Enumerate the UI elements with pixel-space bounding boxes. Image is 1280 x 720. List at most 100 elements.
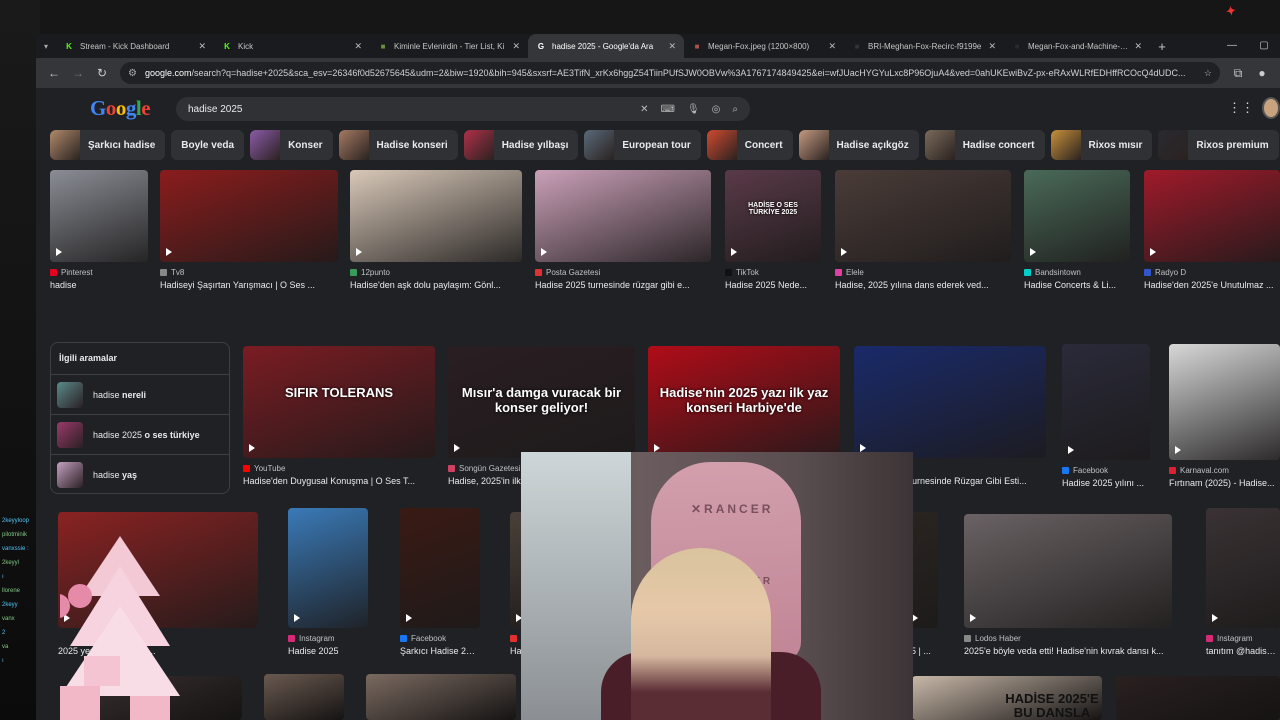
account-avatar[interactable] bbox=[1262, 97, 1280, 119]
result-image[interactable] bbox=[1206, 508, 1280, 628]
back-icon[interactable]: ← bbox=[42, 61, 66, 85]
apps-grid-icon[interactable]: ⋮⋮ bbox=[1228, 100, 1254, 116]
tab-2[interactable]: K Kick ✕ bbox=[214, 34, 370, 58]
address-bar[interactable]: ⚙ google.com/search?q=hadise+2025&sca_es… bbox=[120, 62, 1220, 84]
result-caption[interactable]: Hadise Concerts & Li... bbox=[1024, 280, 1130, 290]
related-item[interactable]: hadise nereli bbox=[51, 375, 229, 415]
result-source: Lodos Haber bbox=[964, 634, 1172, 643]
result-image[interactable] bbox=[1169, 344, 1280, 460]
result-image[interactable] bbox=[964, 514, 1172, 628]
result-caption[interactable]: Hadise 2025 Nede... bbox=[725, 280, 821, 290]
result-caption[interactable]: Fırtınam (2025) - Hadise... bbox=[1169, 478, 1280, 488]
result-image[interactable]: Hadise'nin 2025 yazı ilk yaz konseri Har… bbox=[648, 346, 840, 458]
tab-4[interactable]: Ghadise 2025 - Google'da Ara ✕ bbox=[528, 34, 684, 58]
result-caption[interactable]: Hadise 2025 bbox=[288, 646, 368, 656]
result-image[interactable] bbox=[366, 674, 516, 720]
bookmark-star-icon[interactable]: ☆ bbox=[1204, 68, 1212, 79]
result-caption[interactable]: Hadise'den aşk dolu paylaşım: Gönl... bbox=[350, 280, 522, 290]
tab-1[interactable]: K Stream - Kick Dashboard ✕ bbox=[56, 34, 214, 58]
chip-9[interactable]: Hadise concert bbox=[924, 130, 1045, 160]
source-name: Songün Gazetesi bbox=[459, 464, 521, 473]
play-icon bbox=[454, 444, 460, 452]
result-caption[interactable]: Hadise 2025 yılını ... bbox=[1062, 478, 1150, 488]
search-box[interactable]: hadise 2025 ✕ ⌨ 🎙︎ ◎ ⌕ bbox=[176, 97, 750, 121]
chip-thumbnail bbox=[463, 130, 494, 160]
related-item[interactable]: hadise yaş bbox=[51, 455, 229, 495]
chip-8[interactable]: Hadise açıkgöz bbox=[798, 130, 919, 160]
site-info-icon[interactable]: ⚙ bbox=[128, 68, 137, 79]
filter-chips: Şarkıcı hadise Boyle veda Konser Hadise kon… bbox=[50, 130, 1280, 160]
tab-5[interactable]: ■ Megan-Fox.jpeg (1200×800) ✕ bbox=[684, 34, 844, 58]
chip-3[interactable]: Konser bbox=[250, 130, 333, 160]
related-item[interactable]: hadise 2025 o ses türkiye bbox=[51, 415, 229, 455]
result-image[interactable] bbox=[835, 170, 1011, 262]
new-tab-button[interactable]: + bbox=[1150, 34, 1174, 58]
chip-2[interactable]: Boyle veda bbox=[171, 130, 245, 160]
result-caption[interactable]: Hadise'den Duygusal Konuşma | O Ses T... bbox=[243, 476, 435, 486]
chip-1[interactable]: Şarkıcı hadise bbox=[50, 130, 166, 160]
tab-title: hadise 2025 - Google'da Ara bbox=[552, 41, 654, 51]
reload-icon[interactable]: ↻ bbox=[90, 61, 114, 85]
result-caption[interactable]: hadise bbox=[50, 280, 148, 290]
result-caption[interactable]: Hadise, 2025 yılına dans ederek ved... bbox=[835, 280, 1011, 290]
result-image[interactable] bbox=[1144, 170, 1280, 262]
result-source: Pinterest bbox=[50, 268, 148, 277]
result-image[interactable]: Mısır'a damga vuracak bir konser geliyor… bbox=[448, 346, 635, 458]
result-image[interactable] bbox=[288, 508, 368, 628]
lens-icon[interactable]: ◎ bbox=[712, 104, 721, 115]
result-image[interactable]: SIFIR TOLERANS bbox=[243, 346, 435, 458]
chip-4[interactable]: Hadise konseri bbox=[338, 130, 458, 160]
result-image[interactable] bbox=[400, 508, 480, 628]
tab-close-icon[interactable]: ✕ bbox=[354, 41, 362, 52]
tab-close-icon[interactable]: ✕ bbox=[512, 41, 520, 52]
mic-icon[interactable]: 🎙︎ bbox=[687, 104, 700, 115]
result-image[interactable] bbox=[1062, 344, 1150, 460]
play-icon bbox=[731, 248, 737, 256]
result-image[interactable] bbox=[160, 170, 338, 262]
chat-line: ı bbox=[2, 574, 4, 580]
tab-6[interactable]: ■ BRI-Meghan-Fox-Recirc-f9199e ✕ bbox=[844, 34, 1004, 58]
tab-close-icon[interactable]: ✕ bbox=[198, 41, 206, 52]
tab-close-icon[interactable]: ✕ bbox=[1134, 41, 1142, 52]
maximize-icon[interactable]: ▢ bbox=[1248, 34, 1280, 58]
extensions-icon[interactable]: ⧉ bbox=[1226, 61, 1250, 85]
chip-label: Rixos premium bbox=[1196, 139, 1269, 151]
result-image[interactable] bbox=[350, 170, 522, 262]
result-caption[interactable]: 2025'e böyle veda etti! Hadise'nin kıvra… bbox=[964, 646, 1172, 656]
result-caption[interactable]: tanıtım @hadise_el bbox=[1206, 646, 1280, 656]
tab-3[interactable]: ■ Kiminle Evlenirdin - Tier List, Ki ✕ bbox=[370, 34, 528, 58]
result-image[interactable] bbox=[50, 170, 148, 262]
result-caption[interactable]: Hadise'den 2025'e Unutulmaz ... bbox=[1144, 280, 1280, 290]
tab-close-icon[interactable]: ✕ bbox=[988, 41, 996, 52]
result-caption[interactable]: Hadiseyi Şaşırtan Yarışmacı | O Ses ... bbox=[160, 280, 338, 290]
search-icon[interactable]: ⌕ bbox=[732, 104, 738, 115]
chip-10[interactable]: Rixos mısır bbox=[1050, 130, 1153, 160]
result-image[interactable]: HADİSE O SES TÜRKİYE 2025 bbox=[725, 170, 821, 262]
tab-search-icon[interactable]: ▾ bbox=[36, 34, 56, 58]
clear-icon[interactable]: ✕ bbox=[640, 104, 648, 115]
google-logo[interactable]: Google bbox=[90, 96, 151, 121]
keyboard-icon[interactable]: ⌨ bbox=[661, 104, 675, 115]
result-image[interactable] bbox=[854, 346, 1046, 458]
result-image[interactable] bbox=[264, 674, 344, 720]
tab-7[interactable]: ■ Megan-Fox-and-Machine-Gun ✕ bbox=[1004, 34, 1150, 58]
chip-7[interactable]: Concert bbox=[706, 130, 793, 160]
search-input[interactable]: hadise 2025 bbox=[188, 104, 628, 115]
url-path: /search?q=hadise+2025&sca_esv=26346f0d52… bbox=[191, 68, 1186, 78]
chip-11[interactable]: Rixos premium bbox=[1158, 130, 1279, 160]
chip-6[interactable]: European tour bbox=[584, 130, 701, 160]
tab-close-icon[interactable]: ✕ bbox=[828, 41, 836, 52]
minimize-icon[interactable]: — bbox=[1216, 34, 1248, 58]
chip-5[interactable]: Hadise yılbaşı bbox=[463, 130, 579, 160]
profile-icon[interactable]: ● bbox=[1250, 61, 1274, 85]
result-caption[interactable]: Hadise 2025 turnesinde rüzgar gibi e... bbox=[535, 280, 711, 290]
result-image[interactable]: HADİSE 2025'E BU DANSLA bbox=[912, 676, 1102, 720]
result-source: Tv8 bbox=[160, 268, 338, 277]
result-caption[interactable]: Şarkıcı Hadise 202... bbox=[400, 646, 480, 656]
source-name: TikTok bbox=[736, 268, 759, 277]
result-image[interactable] bbox=[535, 170, 711, 262]
result-image[interactable] bbox=[1116, 676, 1280, 720]
tab-close-icon[interactable]: ✕ bbox=[668, 41, 676, 52]
forward-icon[interactable]: → bbox=[66, 61, 90, 85]
result-image[interactable] bbox=[1024, 170, 1130, 262]
